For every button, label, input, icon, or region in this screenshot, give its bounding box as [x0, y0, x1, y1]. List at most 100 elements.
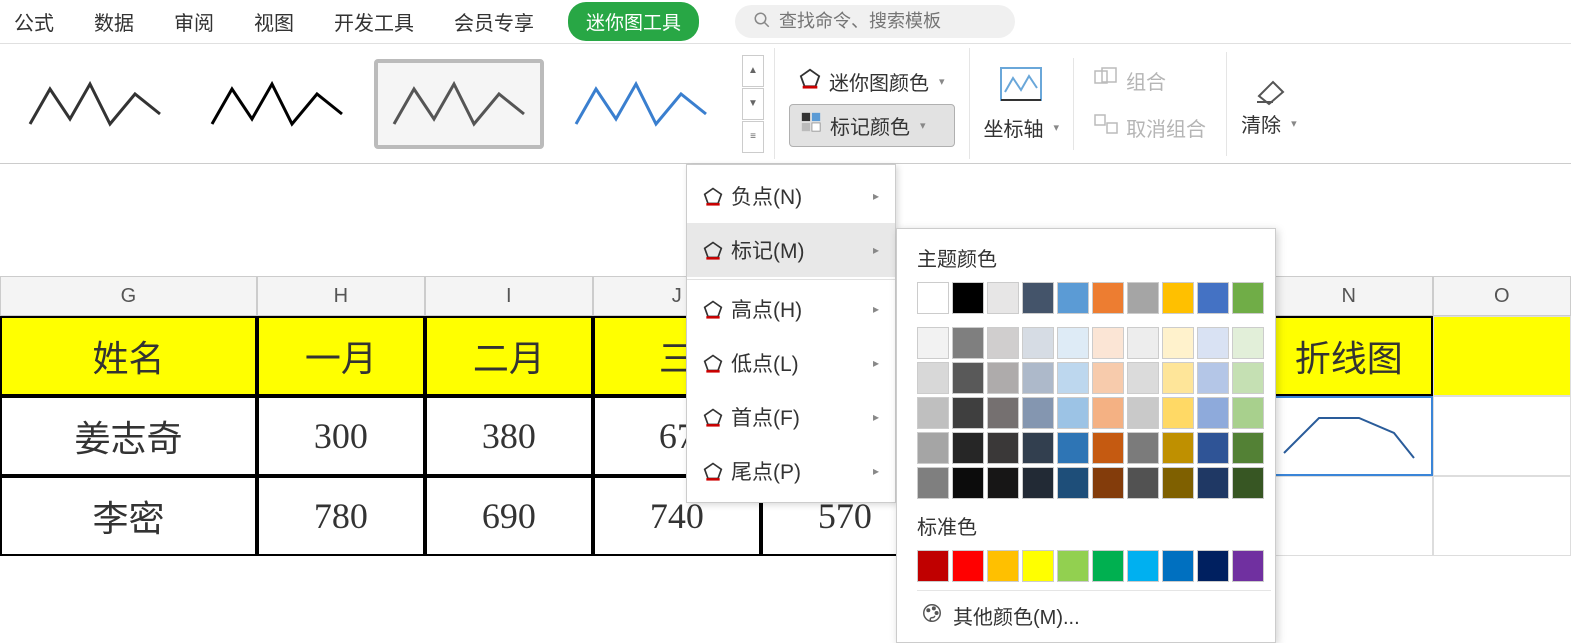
color-swatch[interactable] — [987, 327, 1019, 359]
data-cell[interactable]: 380 — [425, 396, 593, 476]
color-swatch[interactable] — [917, 362, 949, 394]
header-cell[interactable]: 二月 — [425, 316, 593, 396]
color-swatch[interactable] — [1162, 327, 1194, 359]
color-swatch[interactable] — [1232, 467, 1264, 499]
data-cell[interactable]: 李密 — [0, 476, 257, 556]
search-input[interactable] — [779, 11, 997, 32]
color-swatch[interactable] — [952, 432, 984, 464]
color-swatch[interactable] — [1092, 550, 1124, 582]
menu-view[interactable]: 视图 — [248, 3, 300, 40]
color-swatch[interactable] — [1232, 282, 1264, 314]
spark-style-2[interactable] — [192, 59, 362, 149]
color-swatch[interactable] — [987, 432, 1019, 464]
color-swatch[interactable] — [1197, 467, 1229, 499]
color-swatch[interactable] — [1232, 327, 1264, 359]
color-swatch[interactable] — [1022, 397, 1054, 429]
color-swatch[interactable] — [952, 467, 984, 499]
color-swatch[interactable] — [1092, 467, 1124, 499]
sparkline-color-button[interactable]: 迷你图颜色 ▾ — [789, 61, 955, 102]
color-swatch[interactable] — [1092, 432, 1124, 464]
data-cell[interactable] — [1265, 396, 1433, 476]
color-swatch[interactable] — [1092, 397, 1124, 429]
menu-last-point[interactable]: 尾点(P) ▸ — [687, 444, 895, 498]
color-swatch[interactable] — [952, 397, 984, 429]
color-swatch[interactable] — [1197, 432, 1229, 464]
column-header[interactable]: G — [0, 276, 257, 316]
column-header[interactable]: O — [1433, 276, 1571, 316]
menu-marker[interactable]: 标记(M) ▸ — [687, 223, 895, 277]
color-swatch[interactable] — [1232, 362, 1264, 394]
color-swatch[interactable] — [1197, 397, 1229, 429]
color-swatch[interactable] — [917, 467, 949, 499]
color-swatch[interactable] — [1197, 362, 1229, 394]
color-swatch[interactable] — [1057, 327, 1089, 359]
column-header[interactable]: N — [1265, 276, 1433, 316]
color-swatch[interactable] — [1232, 550, 1264, 582]
color-swatch[interactable] — [1127, 397, 1159, 429]
color-swatch[interactable] — [917, 327, 949, 359]
color-swatch[interactable] — [1057, 432, 1089, 464]
color-swatch[interactable] — [987, 397, 1019, 429]
data-cell[interactable]: 300 — [257, 396, 425, 476]
menu-member[interactable]: 会员专享 — [448, 3, 540, 40]
color-swatch[interactable] — [1057, 397, 1089, 429]
menu-first-point[interactable]: 首点(F) ▸ — [687, 390, 895, 444]
data-cell[interactable] — [1265, 476, 1433, 556]
header-cell[interactable]: 一月 — [257, 316, 425, 396]
color-swatch[interactable] — [1057, 467, 1089, 499]
clear-button[interactable]: 清除 ▾ — [1241, 109, 1297, 138]
color-swatch[interactable] — [952, 550, 984, 582]
color-swatch[interactable] — [1092, 282, 1124, 314]
sparkline-tools-tab[interactable]: 迷你图工具 — [568, 2, 699, 41]
color-swatch[interactable] — [1057, 362, 1089, 394]
menu-high-point[interactable]: 高点(H) ▸ — [687, 282, 895, 336]
color-swatch[interactable] — [1127, 432, 1159, 464]
ungroup-button[interactable]: 取消组合 — [1084, 107, 1216, 148]
menu-devtools[interactable]: 开发工具 — [328, 3, 420, 40]
color-swatch[interactable] — [1162, 282, 1194, 314]
color-swatch[interactable] — [1057, 282, 1089, 314]
color-swatch[interactable] — [987, 550, 1019, 582]
header-cell[interactable] — [1433, 316, 1571, 396]
column-header[interactable]: H — [257, 276, 425, 316]
color-swatch[interactable] — [952, 282, 984, 314]
color-swatch[interactable] — [952, 362, 984, 394]
color-swatch[interactable] — [1232, 397, 1264, 429]
spark-style-1[interactable] — [10, 59, 180, 149]
spark-style-3-selected[interactable] — [374, 59, 544, 149]
color-swatch[interactable] — [1232, 432, 1264, 464]
menu-review[interactable]: 审阅 — [168, 3, 220, 40]
color-swatch[interactable] — [1197, 327, 1229, 359]
color-swatch[interactable] — [1127, 362, 1159, 394]
color-swatch[interactable] — [1162, 362, 1194, 394]
color-swatch[interactable] — [987, 362, 1019, 394]
color-swatch[interactable] — [1022, 432, 1054, 464]
axis-button[interactable]: 坐标轴 ▾ — [984, 113, 1060, 142]
color-swatch[interactable] — [1022, 550, 1054, 582]
color-swatch[interactable] — [1127, 327, 1159, 359]
data-cell[interactable] — [1433, 396, 1571, 476]
more-colors-button[interactable]: 其他颜色(M)... — [917, 590, 1271, 634]
search-box[interactable] — [735, 5, 1015, 38]
gallery-up-button[interactable]: ▲ — [742, 55, 764, 87]
menu-negative-point[interactable]: 负点(N) ▸ — [687, 169, 895, 223]
color-swatch[interactable] — [1127, 467, 1159, 499]
data-cell[interactable]: 780 — [257, 476, 425, 556]
marker-color-button[interactable]: 标记颜色 ▾ — [789, 104, 955, 147]
menu-data[interactable]: 数据 — [88, 3, 140, 40]
header-cell[interactable]: 折线图 — [1265, 316, 1433, 396]
color-swatch[interactable] — [917, 550, 949, 582]
color-swatch[interactable] — [987, 282, 1019, 314]
data-cell[interactable]: 姜志奇 — [0, 396, 257, 476]
color-swatch[interactable] — [1162, 432, 1194, 464]
color-swatch[interactable] — [1022, 362, 1054, 394]
color-swatch[interactable] — [917, 282, 949, 314]
data-cell[interactable]: 690 — [425, 476, 593, 556]
menu-formula[interactable]: 公式 — [8, 3, 60, 40]
color-swatch[interactable] — [1022, 282, 1054, 314]
color-swatch[interactable] — [1022, 327, 1054, 359]
color-swatch[interactable] — [987, 467, 1019, 499]
color-swatch[interactable] — [1197, 282, 1229, 314]
color-swatch[interactable] — [917, 432, 949, 464]
color-swatch[interactable] — [1127, 550, 1159, 582]
